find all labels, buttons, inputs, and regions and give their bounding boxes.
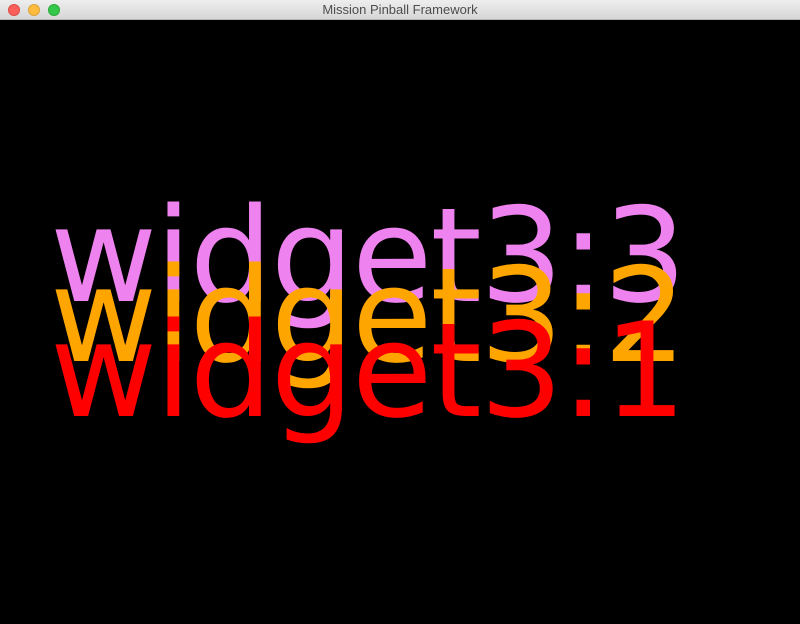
app-window: Mission Pinball Framework widget3:3 widg…: [0, 0, 800, 624]
widget-text-1: widget3:1: [50, 294, 687, 447]
title-bar[interactable]: Mission Pinball Framework: [0, 0, 800, 20]
display-canvas: widget3:3 widget3:2 widget3:1: [0, 20, 800, 624]
window-title: Mission Pinball Framework: [322, 2, 478, 17]
